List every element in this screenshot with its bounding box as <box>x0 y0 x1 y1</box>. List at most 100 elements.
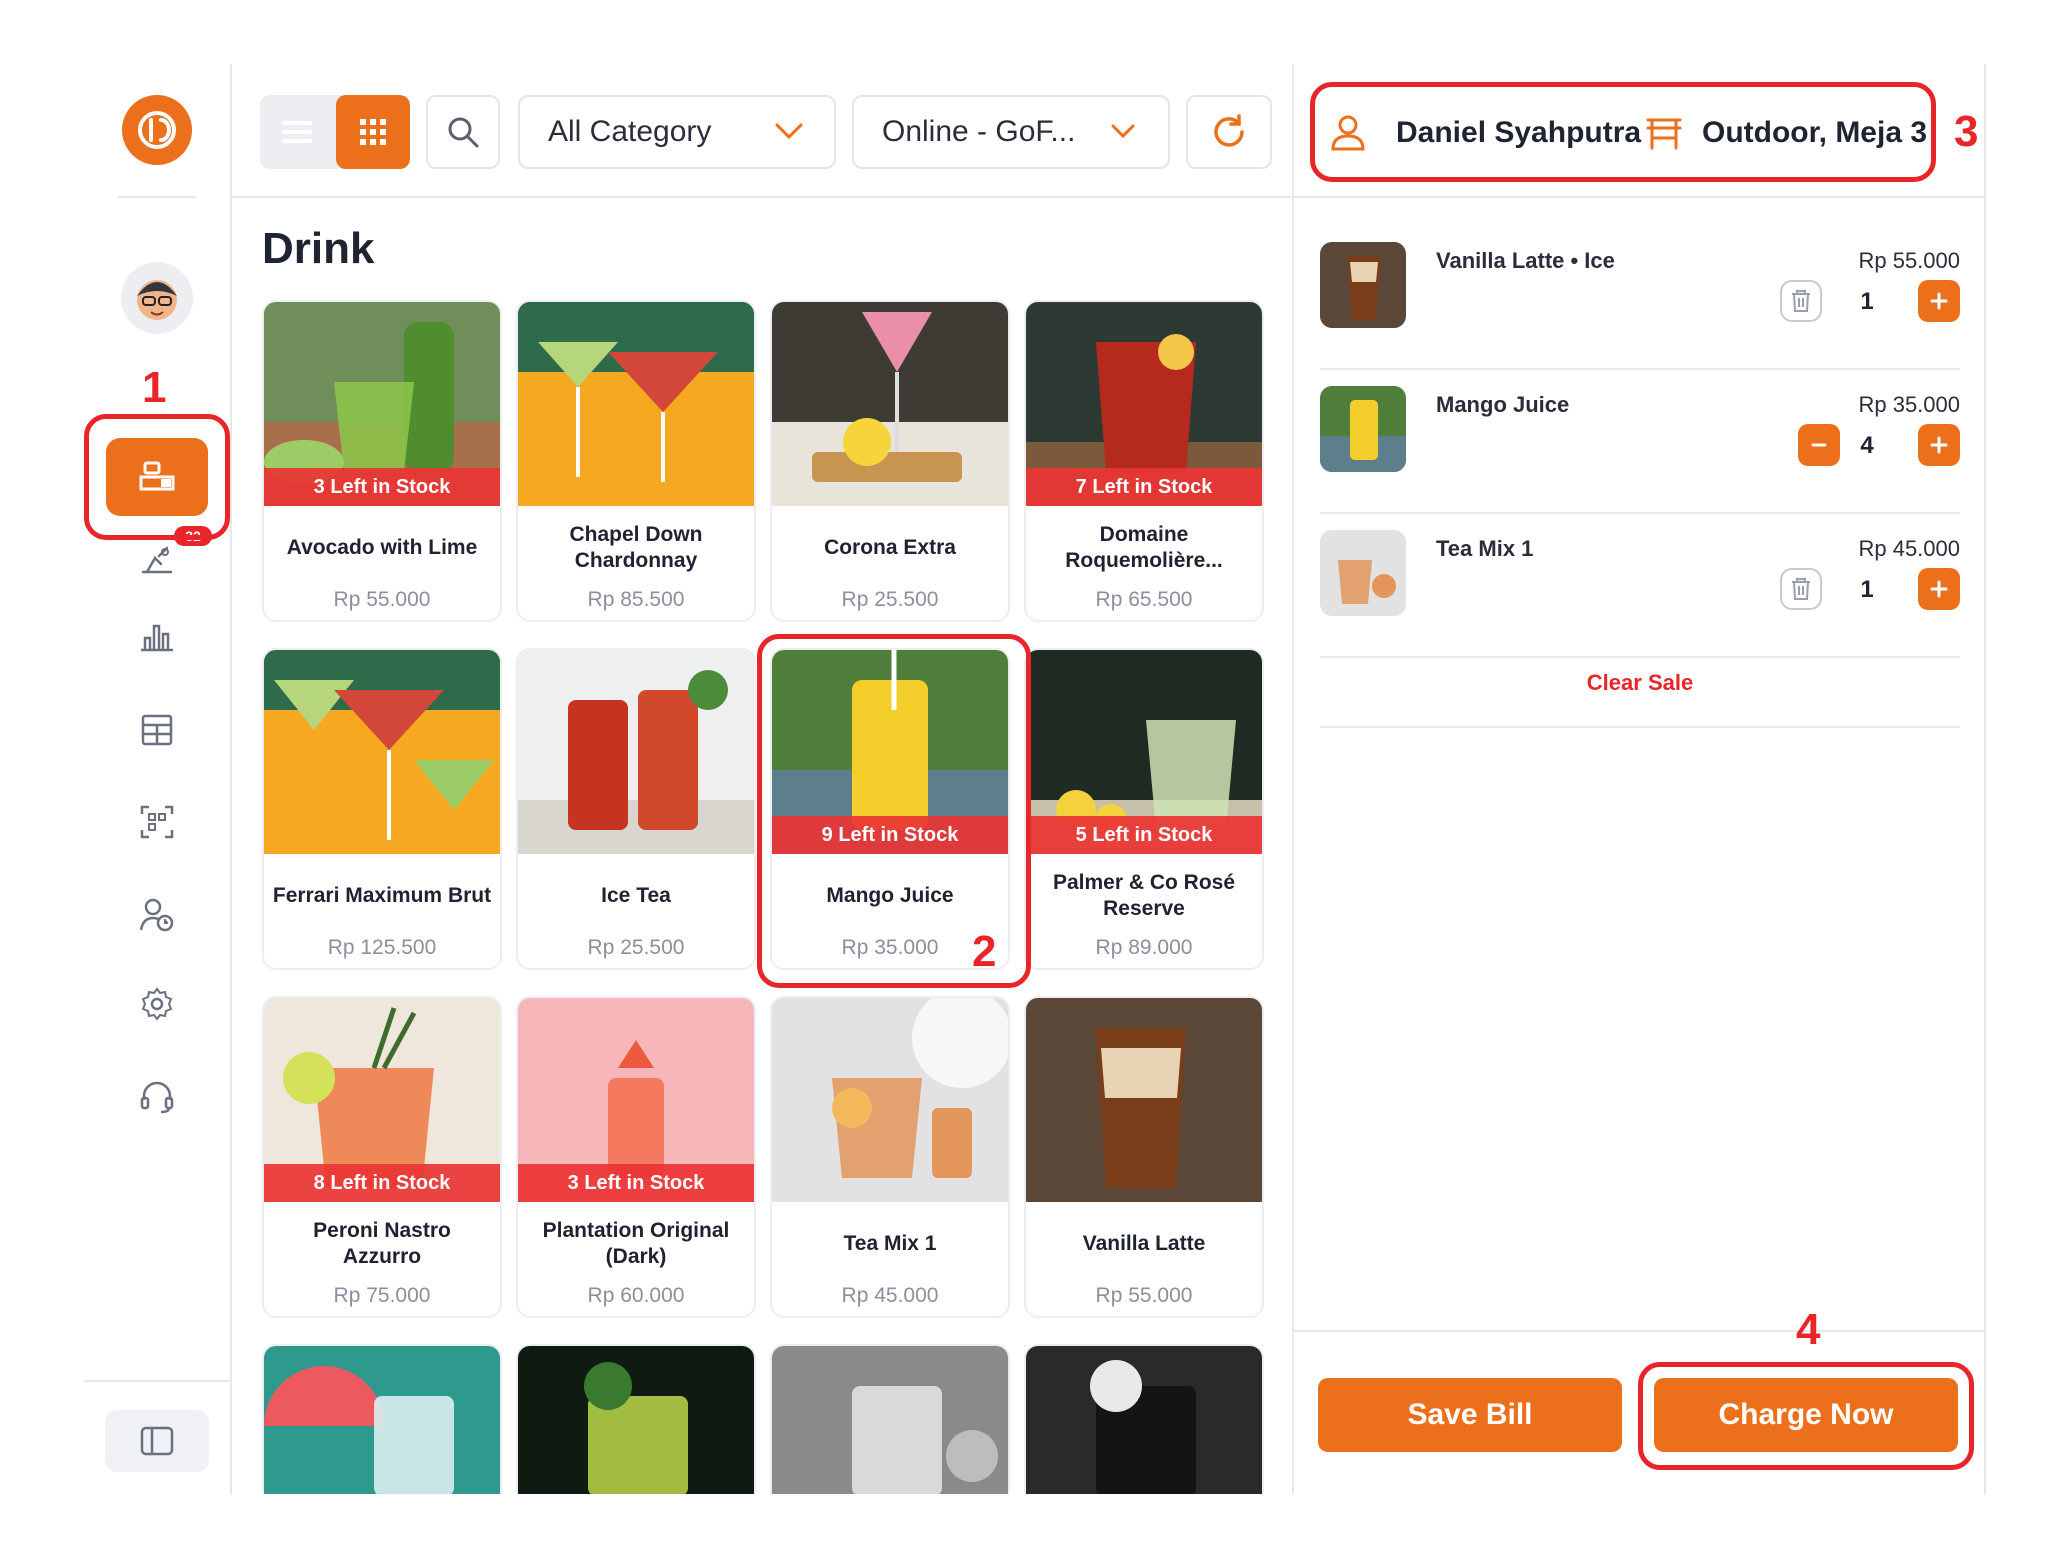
sidebar-item-customer[interactable] <box>131 889 183 941</box>
product-name: Tea Mix 1 <box>843 1232 937 1255</box>
product-image <box>518 302 754 506</box>
sidebar-collapse-button[interactable] <box>105 1410 209 1472</box>
product-card[interactable]: 7 Left in Stock Domaine Roquemolière... … <box>1024 300 1264 622</box>
decrease-quantity-button[interactable] <box>1798 424 1840 466</box>
table-icon <box>141 714 173 746</box>
increase-quantity-button[interactable] <box>1918 424 1960 466</box>
product-name: Vanilla Latte <box>1082 1232 1206 1255</box>
sidebar: 32 <box>84 64 230 1494</box>
sidebar-item-table[interactable] <box>131 704 183 756</box>
order-item-price: Rp 35.000 <box>1858 392 1960 417</box>
sidebar-item-kitchen[interactable] <box>131 534 183 586</box>
order-item: Mango Juice Rp 35.000 4 <box>1320 370 1960 514</box>
trash-icon <box>1792 290 1810 312</box>
order-item-quantity: 1 <box>1860 288 1874 315</box>
increase-quantity-button[interactable] <box>1918 568 1960 610</box>
order-item-price: Rp 55.000 <box>1858 248 1960 273</box>
product-price: Rp 75.000 <box>333 1284 431 1307</box>
order-item-name: Mango Juice <box>1436 392 1570 417</box>
customer-icon <box>139 898 174 932</box>
minus-icon <box>1811 443 1827 447</box>
qr-icon <box>140 805 174 839</box>
annotation-label-2: 2 <box>972 927 997 976</box>
annotation-box-1 <box>84 414 230 540</box>
gear-icon <box>141 987 173 1021</box>
search-button[interactable] <box>426 95 500 169</box>
order-item-image <box>1320 530 1406 616</box>
sidebar-bottom-divider <box>84 1380 230 1382</box>
delete-item-button[interactable] <box>1780 280 1822 322</box>
stock-badge: 7 Left in Stock <box>1026 468 1262 506</box>
product-image <box>264 1346 500 1494</box>
product-card[interactable]: Corona Extra Rp 25.500 <box>770 300 1010 622</box>
product-card[interactable] <box>516 1344 756 1494</box>
stock-badge: 5 Left in Stock <box>1026 816 1262 854</box>
product-price: Rp 45.000 <box>841 1284 939 1307</box>
report-icon <box>141 624 173 652</box>
product-card[interactable]: Vanilla Latte Rp 55.000 <box>1024 996 1264 1318</box>
product-card[interactable]: Tea Mix 1 Rp 45.000 <box>770 996 1010 1318</box>
product-name: Ferrari Maximum Brut <box>272 884 492 907</box>
channel-select[interactable]: Online - GoF... <box>852 95 1170 169</box>
clear-sale-button[interactable]: Clear Sale <box>1320 670 1960 696</box>
product-image <box>772 302 1008 506</box>
order-item: Tea Mix 1 Rp 45.000 1 <box>1320 514 1960 658</box>
order-item-quantity: 1 <box>1860 576 1874 603</box>
order-item-image <box>1320 242 1406 328</box>
product-card[interactable]: 3 Left in Stock Avocado with Lime Rp 55.… <box>262 300 502 622</box>
plus-icon <box>1930 436 1948 454</box>
order-item: Vanilla Latte • Ice Rp 55.000 1 <box>1320 226 1960 370</box>
product-card[interactable]: 8 Left in Stock Peroni Nastro Azzurro Rp… <box>262 996 502 1318</box>
sidebar-item-qr[interactable] <box>131 796 183 848</box>
product-image <box>772 1346 1008 1494</box>
product-card[interactable]: Ferrari Maximum Brut Rp 125.500 <box>262 648 502 970</box>
product-price: Rp 25.500 <box>587 936 685 959</box>
sidebar-item-support[interactable] <box>131 1070 183 1122</box>
app-logo <box>122 95 192 165</box>
toolbar-divider <box>232 196 1292 198</box>
stock-badge: 8 Left in Stock <box>264 1164 500 1202</box>
product-image <box>772 998 1008 1202</box>
product-name: Chapel Down Chardonnay <box>569 523 703 572</box>
channel-select-label: Online - GoF... <box>882 115 1076 148</box>
customer-bar-divider <box>1294 196 1984 198</box>
order-item-name: Vanilla Latte • Ice <box>1436 248 1615 273</box>
grid-view-button[interactable] <box>336 95 410 169</box>
chevron-down-icon <box>775 123 803 140</box>
kitchen-icon <box>141 546 173 574</box>
category-select[interactable]: All Category <box>518 95 836 169</box>
product-card[interactable]: 3 Left in Stock Plantation Original (Dar… <box>516 996 756 1318</box>
product-name: Domaine Roquemolière... <box>1065 523 1223 572</box>
annotation-label-3: 3 <box>1954 107 1979 156</box>
stock-badge: 3 Left in Stock <box>264 468 500 506</box>
save-bill-button[interactable]: Save Bill <box>1318 1378 1622 1452</box>
headset-icon <box>140 1081 174 1114</box>
sidebar-item-settings[interactable] <box>131 978 183 1030</box>
delete-item-button[interactable] <box>1780 568 1822 610</box>
plus-icon <box>1930 580 1948 598</box>
product-card[interactable]: 5 Left in Stock Palmer & Co Rosé Reserve… <box>1024 648 1264 970</box>
annotation-label-4: 4 <box>1796 1305 1821 1354</box>
grid-view-icon <box>360 119 386 145</box>
refresh-icon <box>1214 114 1244 147</box>
order-item-divider <box>1320 656 1960 658</box>
product-image <box>1026 1346 1262 1494</box>
avatar[interactable] <box>121 262 193 334</box>
list-view-button[interactable] <box>260 95 334 169</box>
sidebar-item-report[interactable] <box>131 609 183 661</box>
product-card[interactable]: Ice Tea Rp 25.500 <box>516 648 756 970</box>
product-name: Peroni Nastro Azzurro <box>313 1219 451 1268</box>
chevron-down-icon <box>1111 124 1135 139</box>
refresh-button[interactable] <box>1186 95 1272 169</box>
order-item-quantity: 4 <box>1860 432 1874 459</box>
product-card[interactable] <box>770 1344 1010 1494</box>
sidebar-border <box>230 64 232 1494</box>
category-select-label: All Category <box>548 115 712 148</box>
product-card[interactable] <box>1024 1344 1264 1494</box>
increase-quantity-button[interactable] <box>1918 280 1960 322</box>
product-name: Palmer & Co Rosé Reserve <box>1052 871 1236 920</box>
product-card[interactable]: Chapel Down Chardonnay Rp 85.500 <box>516 300 756 622</box>
product-price: Rp 25.500 <box>841 588 939 611</box>
annotation-box-4 <box>1638 1362 1974 1470</box>
product-card[interactable] <box>262 1344 502 1494</box>
